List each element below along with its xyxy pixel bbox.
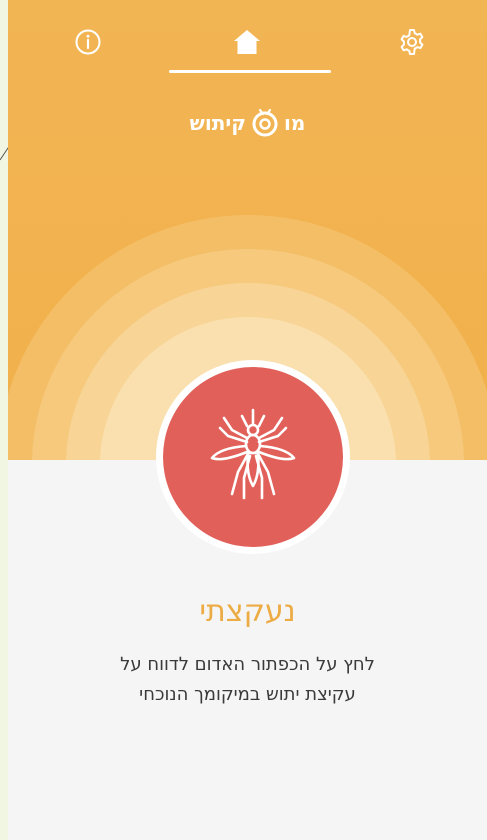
page-title: נעקצתי (199, 594, 296, 629)
logo-text-right: מו (283, 111, 306, 135)
top-nav (8, 0, 487, 80)
instructions-line-1: לחץ על הכפתור האדום לדווח על (120, 654, 375, 675)
home-icon (234, 30, 260, 54)
active-tab-indicator (169, 70, 331, 73)
gear-icon (400, 29, 424, 55)
home-button[interactable] (229, 24, 265, 60)
app-screen: מו קיתוש נעקצתי לחץ על הכפתור האדום לדוו… (8, 0, 487, 840)
settings-button[interactable] (394, 24, 430, 60)
logo-text-left: קיתוש (189, 111, 246, 135)
info-button[interactable] (70, 24, 106, 60)
report-bite-button[interactable] (156, 360, 350, 554)
mosquito-icon (210, 408, 296, 500)
report-button-core (163, 367, 343, 547)
app-logo: מו קיתוש (8, 108, 487, 138)
info-icon (75, 29, 101, 55)
instructions-line-2: עקיצת יתוש במיקומך הנוכחי (139, 684, 356, 705)
target-logo-icon (252, 108, 278, 137)
instructions-text: לחץ על הכפתור האדום לדווח על עקיצת יתוש … (68, 650, 427, 710)
